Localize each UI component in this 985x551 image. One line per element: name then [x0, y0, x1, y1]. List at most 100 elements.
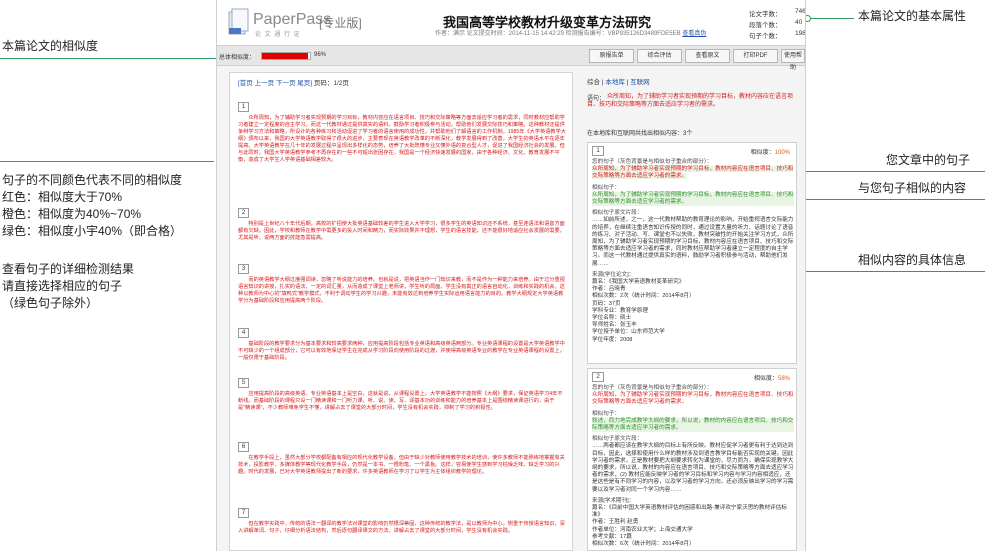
- your-sentence: 众所周知，为了辅助学习者实现预期的学习目标，教材内容应在语言项目、技巧和交际策略…: [592, 392, 794, 406]
- hint-line: （绿色句子除外）: [2, 296, 99, 310]
- paragraph-text[interactable]: 而的英语教学大纲过度强调读，忽略了听说能力的培养。也就是说，把英语当作一门知识来…: [238, 277, 566, 305]
- paragraph: 3 而的英语教学大纲过度强调读，忽略了听说能力的培养。也就是说，把英语当作一门知…: [238, 257, 566, 305]
- result-number: 1: [592, 146, 604, 156]
- similar-sentence-label: 相似句子：: [592, 184, 620, 191]
- paragraph-number: 3: [238, 264, 249, 274]
- legend-line: 红色：相似度大于70%: [2, 190, 123, 204]
- annotation-line: [0, 58, 248, 59]
- paragraph-text[interactable]: 众所周知，为了辅助学习者实现预期的学习目标，教材内容应在语言项目、技巧和交际策略…: [238, 115, 566, 164]
- annotation-line: [0, 161, 214, 162]
- print-pdf-button[interactable]: 打印PDF: [733, 49, 778, 63]
- paragraph-text[interactable]: 在教学手段上，虽然大部分学校都配备有相应的现代化教学设备，但由于缺少对教师使用教…: [238, 455, 566, 476]
- annotation-basic-attrs: 本篇论文的基本属性: [858, 9, 967, 23]
- source-field: 作者：王胜利 赵勇: [592, 519, 639, 526]
- logo-subtitle: 论 文 通 行 证: [255, 32, 301, 38]
- similar-sentence: 众所周知，为了辅助学习者实现预期的学习目标，教材内容应在语言项目、技巧和交际策略…: [592, 191, 794, 207]
- source-label: 来源[学术期刊]：: [592, 497, 635, 504]
- source-field: 相似次数：2次（统计时间：2014年8月）: [592, 293, 695, 300]
- overall-evaluation-button[interactable]: 综合评估: [637, 49, 682, 63]
- source-tabs: 综合 | 本地库 | 互联网: [587, 79, 650, 86]
- result-body: 您的句子（灰色背景是与相似句子重合的部分）： 众所周知，为了辅助学习者实现预期的…: [592, 159, 794, 344]
- next-page-link[interactable]: 下一页: [276, 80, 296, 87]
- your-sentence-text: 众所周知，为了辅助学习者实现预期的学习目标，教材内容应在语言项目、技巧和交际策略…: [592, 166, 794, 180]
- source-field: 相似次数：6次（统计时间：2014年8月）: [592, 541, 695, 548]
- first-page-link[interactable]: [首页: [238, 80, 253, 87]
- source-field: 学位授予单位：山东师范大学: [592, 329, 665, 336]
- annotation-similarity: 本篇论文的相似度: [2, 39, 99, 53]
- paragraph-number: 5: [238, 378, 249, 388]
- legend-line: 橙色：相似度为40%~70%: [2, 207, 142, 221]
- view-original-button[interactable]: 查看原文: [685, 49, 730, 63]
- paragraph-number: 1: [238, 102, 249, 112]
- hint-line: 查看句子的详细检测结果: [2, 262, 135, 276]
- result-number: 2: [592, 372, 604, 382]
- annotation-similar-content: 与您句子相似的内容: [858, 181, 967, 195]
- similarity-label: 相似度：: [753, 376, 778, 382]
- similarity-label: 相似度：: [750, 150, 775, 156]
- meta-text: 作者：满示 论文提交时间：2014-11-15 14:42:29 检测报告编号：…: [435, 31, 681, 37]
- paragraph-number: 2: [238, 208, 249, 218]
- annotation-line: [808, 18, 854, 19]
- stat-sentence-count: 句子个数： 198: [749, 30, 805, 40]
- paragraph: 5 应用提高阶段的高级英语、专业英语基本上是空白，这就是说，从课程设置上，大学英…: [238, 371, 566, 412]
- logo-version: [专业版]: [319, 16, 362, 30]
- paragraph-text[interactable]: 特别是上世纪八十年代后期，高校的扩招使大批英语基础较差的学生进入大学学习，很多学…: [238, 221, 566, 242]
- similarity-fill: [262, 53, 309, 59]
- paper-text-pane: [首页 上一页 下一页 尾页] 页码：1/2页 1 众所周知，为了辅助学习者实现…: [229, 72, 573, 551]
- similarity-value: 100%: [774, 150, 790, 156]
- similar-result-card: 2 相似度：58% 您的句子（灰色背景是与相似句子重合的部分）： 众所周知，为了…: [587, 368, 797, 551]
- original-report-button[interactable]: 原报告单: [589, 49, 634, 63]
- legend-line: 绿色：相似度小宇40%（即合格）: [2, 224, 183, 238]
- original-snippet: ……两者都应该在教学大纲的目标上有所反映。教材应促学习者更有利于达到达到目标，因…: [592, 443, 794, 493]
- paragraph-number: 7: [238, 508, 249, 518]
- paragraph-number: 4: [238, 328, 249, 338]
- source-field: 参考文献：17篇: [592, 533, 632, 540]
- tab-internet[interactable]: 互联网: [630, 79, 650, 86]
- paragraph: 4 基础阶段的教学要求分为基本要求和较高要求两种，应用提高阶段包括专业英语和高级…: [238, 321, 566, 362]
- paragraph: 7 但在教学实践中，传统的语法一翻译的教学法对课堂的影响仍然根深蒂固，这种传统的…: [238, 501, 566, 535]
- paragraph-text[interactable]: 但在教学实践中，传统的语法一翻译的教学法对课堂的影响仍然根深蒂固，这种传统的教学…: [238, 521, 566, 535]
- prev-page-link[interactable]: 上一页: [255, 80, 275, 87]
- overall-similarity-label: 总体相似度：: [219, 55, 256, 61]
- stat-label: 句子个数：: [749, 33, 782, 40]
- source-field: 篇名：《目前中国大学英语教材评估的困惑和出路-兼评欢宁家沃思的教材评估标准》: [592, 505, 787, 519]
- paragraph: 6 在教学手段上，虽然大部分学校都配备有相应的现代化教学设备，但由于缺少对教师使…: [238, 435, 566, 476]
- result-body: 您的句子（灰色背景是与相似句子重合的部分）： 众所周知，为了辅助学习者实现预期的…: [592, 385, 794, 548]
- similar-result-card: 1 相似度：100% 您的句子（灰色背景是与相似句子重合的部分）： 众所周知，为…: [587, 142, 797, 364]
- selected-sentence: 众所周知，为了辅助学习者实现预期的学习目标，教材内容应在语言项目、技巧和交际策略…: [587, 94, 794, 108]
- help-button[interactable]: 使用帮助: [781, 49, 805, 71]
- stat-paragraph-count: 段落个数： 40: [749, 19, 802, 29]
- source-field: 作者单位：河南农业大学；上海交通大学: [592, 526, 693, 533]
- verify-link[interactable]: 查看真伪: [682, 31, 706, 37]
- stat-label: 段落个数：: [749, 22, 782, 29]
- report-toolbar: 总体相似度： 96% 原报告单 综合评估 查看原文 打印PDF 使用帮助: [217, 46, 805, 71]
- paper-meta: 作者：满示 论文提交时间：2014-11-15 14:42:29 检测报告编号：…: [435, 28, 706, 37]
- similar-sentence: 叙述，而力地完成教学大纲的要求，所以说，教材的内容应在语言项目、技巧和交际策略等…: [592, 417, 794, 433]
- detail-pane: 综合 | 本地库 | 互联网 语句： 众所周知，为了辅助学习者实现预期的学习目标…: [583, 72, 801, 551]
- paragraph-number: 6: [238, 442, 249, 452]
- overall-similarity-bar: [261, 52, 311, 60]
- source-label: 来源[学位论文]：: [592, 271, 635, 278]
- hint-line: 请直接选择相应的句子: [2, 279, 123, 293]
- page-navigation: [首页 上一页 下一页 尾页] 页码：1/2页: [238, 77, 349, 87]
- tab-overall[interactable]: 综合: [587, 79, 600, 86]
- result-similarity: 相似度：58%: [754, 373, 790, 382]
- last-page-link[interactable]: 尾页]: [297, 80, 312, 87]
- page-indicator: 页码：1/2页: [313, 80, 349, 87]
- your-sentence: 众所周知，为了辅助学习者实现预期的学习目标，教材内容应在语言项目、技巧和交际策略…: [592, 166, 794, 180]
- stat-value: 198: [795, 30, 806, 37]
- found-count: 在本地库和互联网共找出相似内容：3个: [587, 131, 693, 137]
- annotation-color-legend: 句子的不同颜色代表不同的相似度 红色：相似度大于70% 橙色：相似度为40%~7…: [2, 172, 214, 240]
- tab-local-library[interactable]: 本地库: [605, 79, 625, 86]
- paragraph-text[interactable]: 基础阶段的教学要求分为基本要求和较高要求两种，应用提高阶段包括专业英语和高级英语…: [238, 341, 566, 362]
- source-field: 学位年度：2008: [592, 336, 633, 343]
- annotation-your-sentence: 您文章中的句子: [886, 153, 971, 167]
- paragraph: 1 众所周知，为了辅助学习者实现预期的学习目标，教材内容应在语言项目、技巧和交际…: [238, 95, 566, 164]
- paragraph-text[interactable]: 应用提高阶段的高级英语、专业英语基本上是空白，这就是说，从课程设置上，大学英语教…: [238, 391, 566, 412]
- overall-similarity-value: 96%: [314, 52, 327, 58]
- stat-value: 7465: [795, 8, 806, 15]
- stat-word-count: 论文字数： 7465: [749, 8, 805, 18]
- legend-line: 句子的不同颜色代表不同的相似度: [2, 173, 183, 187]
- result-similarity: 相似度：100%: [751, 147, 790, 156]
- source-field: 学科专业：教育学原理: [592, 307, 648, 314]
